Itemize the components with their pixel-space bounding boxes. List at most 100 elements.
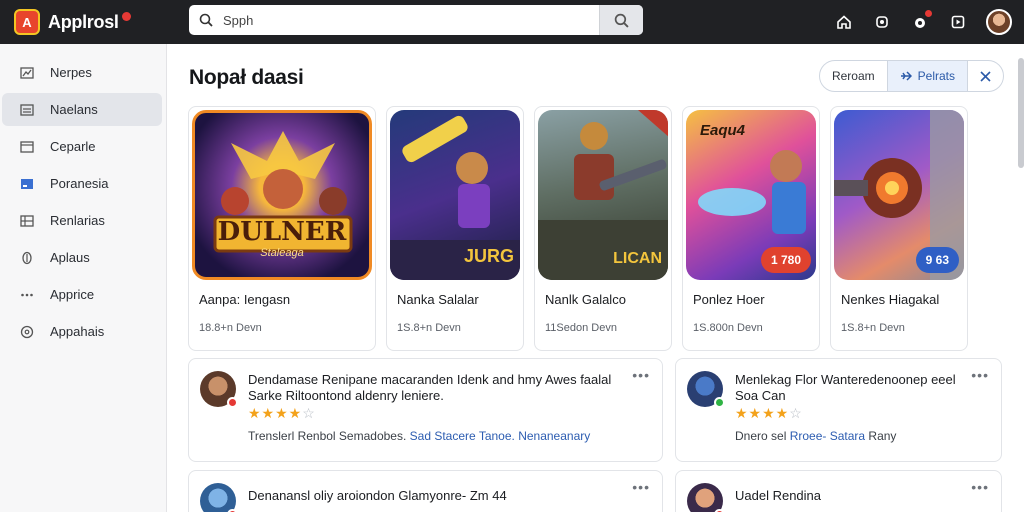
game-title: Aanpa: Iengasn [199,292,291,307]
game-logo-text: Eaqu4 [700,122,746,139]
sidebar-item-7[interactable]: Appahais [2,315,162,348]
price-badge: 9 63 [915,247,959,273]
star-rating: ★★★★☆ [248,405,316,421]
game-card[interactable]: 9 63 Nenkes Hiagakal 1S.8+n Devn [830,106,968,351]
search-button[interactable] [599,5,643,35]
review-card[interactable]: Denanansl oliy aroiondon Glamyonre- Zm 4… [188,470,663,512]
sidebar-item-4[interactable]: Renlarias [2,204,162,237]
segment-pelrats[interactable]: Pelrats [886,61,967,91]
sidebar-item-label: Appahais [50,324,105,339]
avatar [687,371,725,408]
sidebar-item-5[interactable]: Aplaus [2,241,162,274]
panel-icon [18,175,36,193]
review-line: Soa Can [735,388,786,403]
sidebar-item-label: Nerpes [50,65,92,80]
more-options-icon[interactable]: ••• [971,367,989,383]
star-rating: ★★★★☆ [735,405,803,421]
review-card[interactable]: Menlekag Flor Wanteredenoonep eeel Soa C… [675,358,1002,462]
notification-dot [925,10,932,17]
top-actions [834,0,1012,44]
game-logo-text: DULNER [217,217,347,247]
game-title: Nanka Salalar [397,292,479,307]
game-art: LICAN [538,110,668,280]
page-title: Nopał daasi [189,66,304,89]
notification-dot [121,11,131,21]
game-downloads: 11Sedon Devn [545,322,617,334]
more-options-icon[interactable]: ••• [971,479,989,495]
app-logo[interactable]: A Applrosl [14,9,184,35]
game-downloads: 1S.800n Devn [693,322,763,334]
status-badge [714,397,725,408]
game-card[interactable]: JURG Nanka Salalar 1S.8+n Devn [386,106,524,351]
review-footer: Dnero sel Rroee- Satara Rany [735,429,897,443]
sidebar-item-6[interactable]: Apprice [2,278,162,311]
review-card[interactable]: Uadel Rendina ••• [675,470,1002,512]
notifications-icon[interactable] [910,10,932,32]
top-bar: A Applrosl [0,0,1024,44]
review-text: Dendamase Renipane macaranden Idenk and … [248,372,611,404]
sidebar-item-1[interactable]: Naelans [2,93,162,126]
sidebar-item-3[interactable]: Poranesia [2,167,162,200]
segment-reroam[interactable]: Reroam [820,61,887,91]
sidebar-item-label: Poranesia [50,176,109,191]
game-art: JURG [390,110,520,280]
list-icon [18,101,36,119]
sidebar-item-label: Apprice [50,287,95,302]
review-link[interactable]: Sad Stacere Tanoe. [410,429,515,443]
chart-icon [18,64,36,82]
status-badge [227,397,238,408]
avatar [687,483,725,512]
game-art: DULNER Staleaga [192,110,372,280]
search-bar [189,5,643,35]
game-downloads: 1S.8+n Devn [397,322,461,334]
review-text: Menlekag Flor Wanteredenoonep eeel Soa C… [735,372,956,404]
app-name: Applrosl [48,11,119,32]
sidebar-item-2[interactable]: Ceparle [2,130,162,163]
sidebar: Nerpes Naelans Ceparle Poranesia Renlari… [0,44,167,512]
game-title: Nanlk Galalco [545,292,626,307]
avatar [200,483,238,512]
sidebar-item-label: Aplaus [50,250,90,265]
game-title: Ponlez Hoer [693,292,765,307]
review-line: Uadel Rendina [735,488,822,503]
game-card[interactable]: LICAN Nanlk Galalco 11Sedon Devn [534,106,672,351]
review-line: Denanansl oliy aroiondon Glamyonre- Zm 4… [248,488,507,503]
review-text: Uadel Rendina [735,488,821,504]
game-card[interactable]: Eaqu4 1 780 Ponlez Hoer 1S.800n Devn [682,106,820,351]
review-text: Denanansl oliy aroiondon Glamyonre- Zm 4… [248,488,507,504]
dots-icon [18,286,36,304]
review-footer: Trenslerl Renbol Semadobes. Sad Stacere … [248,429,591,443]
clock-icon [18,323,36,341]
game-downloads: 1S.8+n Devn [841,322,905,334]
sidebar-item-0[interactable]: Nerpes [2,56,162,89]
sidebar-item-label: Naelans [50,102,98,117]
price-badge: 1 780 [760,247,811,273]
review-line: Sarke Riltoontond aldenry leniere. [248,388,444,403]
more-options-icon[interactable]: ••• [632,367,650,383]
review-link[interactable]: Rroee- Satara [790,429,865,443]
search-icon [189,13,223,27]
review-line: Menlekag Flor Wanteredenoonep eeel [735,372,956,387]
search-input[interactable] [223,5,599,35]
review-card[interactable]: Dendamase Renipane macaranden Idenk and … [188,358,663,462]
avatar [200,371,238,408]
grid-icon [18,212,36,230]
library-icon[interactable] [948,12,968,32]
home-icon[interactable] [834,12,854,32]
review-link[interactable]: Nenaneanary [518,429,590,443]
game-title: Nenkes Hiagakal [841,292,940,307]
sidebar-item-label: Ceparle [50,139,96,154]
logo-icon: A [14,9,40,35]
more-options-icon[interactable]: ••• [632,479,650,495]
view-toggle: Reroam Pelrats [818,60,1004,92]
plane-icon [900,71,912,81]
game-card[interactable]: DULNER Staleaga Aanpa: Iengasn 18.8+n De… [188,106,376,351]
segment-label: Pelrats [917,69,955,83]
game-card-row: DULNER Staleaga Aanpa: Iengasn 18.8+n De… [188,106,968,351]
scrollbar[interactable] [1018,58,1024,168]
search-icon [614,13,629,28]
download-icon[interactable] [872,12,892,32]
close-button[interactable] [967,61,1003,91]
game-downloads: 18.8+n Devn [199,322,262,334]
user-avatar[interactable] [986,9,1012,35]
